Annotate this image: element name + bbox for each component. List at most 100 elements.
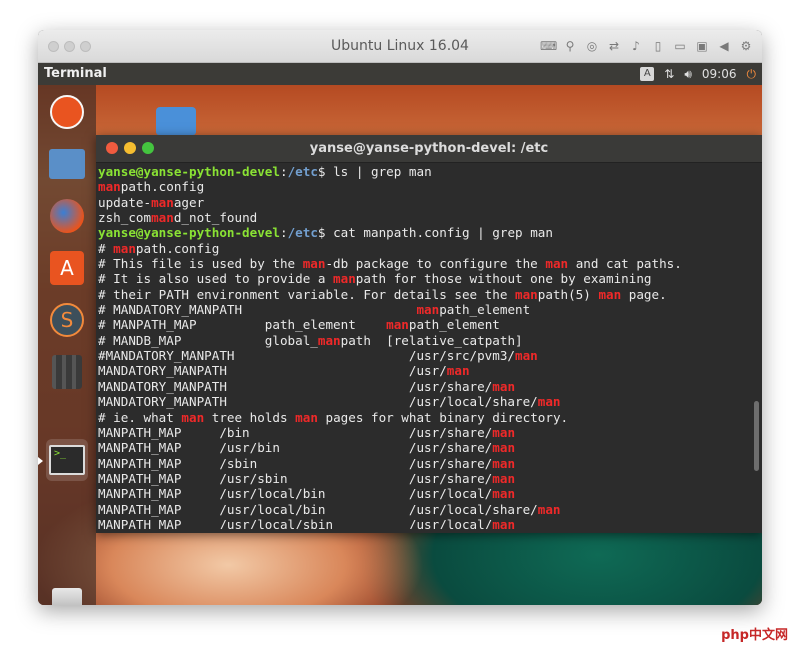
- terminal-line: zsh_command_not_found: [98, 210, 748, 225]
- display-icon[interactable]: ▣: [694, 38, 710, 54]
- terminal-line: MANPATH_MAP /bin /usr/share/man: [98, 425, 748, 440]
- terminal-text: update-: [98, 194, 152, 210]
- terminal-line: MANDATORY_MANPATH /usr/local/share/man: [98, 394, 748, 409]
- match-highlight: man: [492, 378, 516, 394]
- gear-icon[interactable]: ⚙: [738, 38, 754, 54]
- watermark-logo: php中文网: [721, 628, 788, 643]
- terminal-line: # manpath.config: [98, 241, 748, 256]
- match-highlight: man: [386, 317, 409, 333]
- terminal-text: -db package to configure the: [325, 256, 546, 272]
- match-highlight: man: [98, 179, 121, 195]
- terminal-text: path.config: [135, 240, 220, 256]
- terminal-text: page.: [621, 286, 667, 302]
- terminal-line: #MANDATORY_MANPATH /usr/src/pvm3/man: [98, 348, 748, 363]
- match-highlight: man: [446, 363, 470, 379]
- match-highlight: man: [492, 486, 516, 502]
- match-highlight: man: [492, 440, 516, 456]
- active-app-indicator: [38, 457, 43, 465]
- terminal-text: # their PATH environment variable. For d…: [98, 286, 516, 302]
- terminal-line: yanse@yanse-python-devel:/etc$ ls | grep…: [98, 164, 748, 179]
- trash-icon[interactable]: [52, 588, 82, 605]
- terminal-text: MANPATH_MAP /sbin /usr/share/: [98, 455, 493, 471]
- prompt-user: yanse@yanse-python-devel: [98, 164, 280, 179]
- match-highlight: man: [151, 194, 174, 210]
- terminal-line: MANPATH_MAP /usr/sbin /usr/share/man: [98, 471, 748, 486]
- prompt-path: /etc: [287, 164, 318, 179]
- terminal-icon[interactable]: >_: [46, 439, 88, 481]
- match-highlight: man: [492, 470, 516, 486]
- launcher: A S >_: [38, 85, 96, 605]
- vm-toolbar: ⌨ ⚲ ◎ ⇄ ♪ ▯ ▭ ▣ ◀ ⚙: [540, 37, 754, 55]
- match-highlight: man: [515, 286, 538, 302]
- sublime-text-icon[interactable]: S: [46, 299, 88, 341]
- match-highlight: man: [181, 409, 205, 425]
- settings-icon[interactable]: [46, 351, 88, 393]
- terminal-title: yanse@yanse-python-devel: /etc: [309, 141, 549, 156]
- terminal-text: zsh_com: [98, 210, 152, 226]
- phone-icon[interactable]: ▯: [650, 38, 666, 54]
- terminal-line: MANDATORY_MANPATH /usr/man: [98, 363, 748, 378]
- keyboard-icon[interactable]: ⌨: [540, 38, 557, 54]
- software-center-icon[interactable]: A: [46, 247, 88, 289]
- match-highlight: man: [302, 256, 326, 272]
- terminal-text: MANDATORY_MANPATH /usr/share/: [98, 378, 493, 394]
- terminal-output[interactable]: yanse@yanse-python-devel:/etc$ ls | grep…: [98, 164, 748, 529]
- folder-icon[interactable]: ▭: [672, 38, 688, 54]
- match-highlight: man: [416, 302, 440, 318]
- terminal-line: # This file is used by the man-db packag…: [98, 256, 748, 271]
- files-icon[interactable]: [46, 143, 88, 185]
- vm-window: Ubuntu Linux 16.04 ⌨ ⚲ ◎ ⇄ ♪ ▯ ▭ ▣ ◀ ⚙ T…: [38, 30, 762, 605]
- prompt-path: /etc: [287, 225, 318, 241]
- terminal-text: MANPATH_MAP /bin /usr/share/: [98, 424, 493, 440]
- terminal-text: path for those without one by examining: [355, 271, 652, 287]
- terminal-text: MANPATH_MAP /usr/local/sbin /usr/local/: [98, 516, 493, 529]
- terminal-window[interactable]: yanse@yanse-python-devel: /etc yanse@yan…: [96, 135, 762, 533]
- network-icon[interactable]: ⇄: [606, 38, 622, 54]
- usb-icon[interactable]: ⚲: [562, 38, 578, 54]
- match-highlight: man: [537, 394, 561, 410]
- terminal-text: # MANPATH_MAP path_element: [98, 317, 387, 333]
- clock[interactable]: 09:06: [702, 67, 737, 81]
- terminal-line: update-manager: [98, 195, 748, 210]
- back-icon[interactable]: ◀: [716, 38, 732, 54]
- terminal-text: path.config: [120, 179, 205, 195]
- terminal-text: d_not_found: [173, 210, 258, 226]
- terminal-text: MANDATORY_MANPATH /usr/local/share/: [98, 394, 538, 410]
- ubuntu-dash-icon[interactable]: [46, 91, 88, 133]
- terminal-text: #MANDATORY_MANPATH /usr/src/pvm3/: [98, 348, 516, 364]
- match-highlight: man: [492, 424, 516, 440]
- terminal-line: # MANPATH_MAP path_element manpath_eleme…: [98, 317, 748, 332]
- terminal-text: MANPATH_MAP /usr/local/bin /usr/local/: [98, 486, 493, 502]
- power-icon[interactable]: ⏻: [747, 67, 757, 82]
- volume-icon[interactable]: 🔊︎: [684, 67, 692, 82]
- desktop-folder-icon[interactable]: [156, 107, 196, 135]
- terminal-text: tree holds: [204, 409, 296, 425]
- match-highlight: man: [545, 256, 569, 272]
- terminal-titlebar[interactable]: yanse@yanse-python-devel: /etc: [96, 135, 762, 163]
- terminal-text: pages for what binary directory.: [317, 409, 569, 425]
- match-highlight: man: [598, 286, 622, 302]
- keyboard-layout-indicator[interactable]: A: [640, 67, 655, 81]
- terminal-text: :: [279, 164, 288, 179]
- terminal-line: MANPATH_MAP /usr/local/sbin /usr/local/m…: [98, 517, 748, 529]
- disc-icon[interactable]: ◎: [584, 38, 600, 54]
- match-highlight: man: [515, 348, 538, 364]
- terminal-text: path(5): [537, 286, 599, 302]
- network-indicator-icon[interactable]: ⇅: [664, 67, 674, 81]
- terminal-scrollbar[interactable]: [754, 401, 759, 471]
- firefox-icon[interactable]: [46, 195, 88, 237]
- terminal-text: path_element: [408, 317, 500, 333]
- audio-icon[interactable]: ♪: [628, 38, 644, 54]
- match-highlight: man: [151, 210, 174, 226]
- terminal-line: yanse@yanse-python-devel:/etc$ cat manpa…: [98, 225, 748, 240]
- terminal-line: MANPATH_MAP /usr/local/bin /usr/local/ma…: [98, 486, 748, 501]
- terminal-line: # ie. what man tree holds man pages for …: [98, 410, 748, 425]
- terminal-line: MANPATH_MAP /usr/bin /usr/share/man: [98, 440, 748, 455]
- vm-titlebar: Ubuntu Linux 16.04 ⌨ ⚲ ◎ ⇄ ♪ ▯ ▭ ▣ ◀ ⚙: [38, 30, 762, 63]
- match-highlight: man: [492, 455, 516, 471]
- terminal-text: # This file is used by the: [98, 256, 303, 272]
- terminal-line: MANPATH_MAP /usr/local/bin /usr/local/sh…: [98, 502, 748, 517]
- terminal-line: # MANDB_MAP global_manpath [relative_cat…: [98, 333, 748, 348]
- panel-app-title: Terminal: [44, 66, 107, 81]
- terminal-text: :: [279, 225, 288, 241]
